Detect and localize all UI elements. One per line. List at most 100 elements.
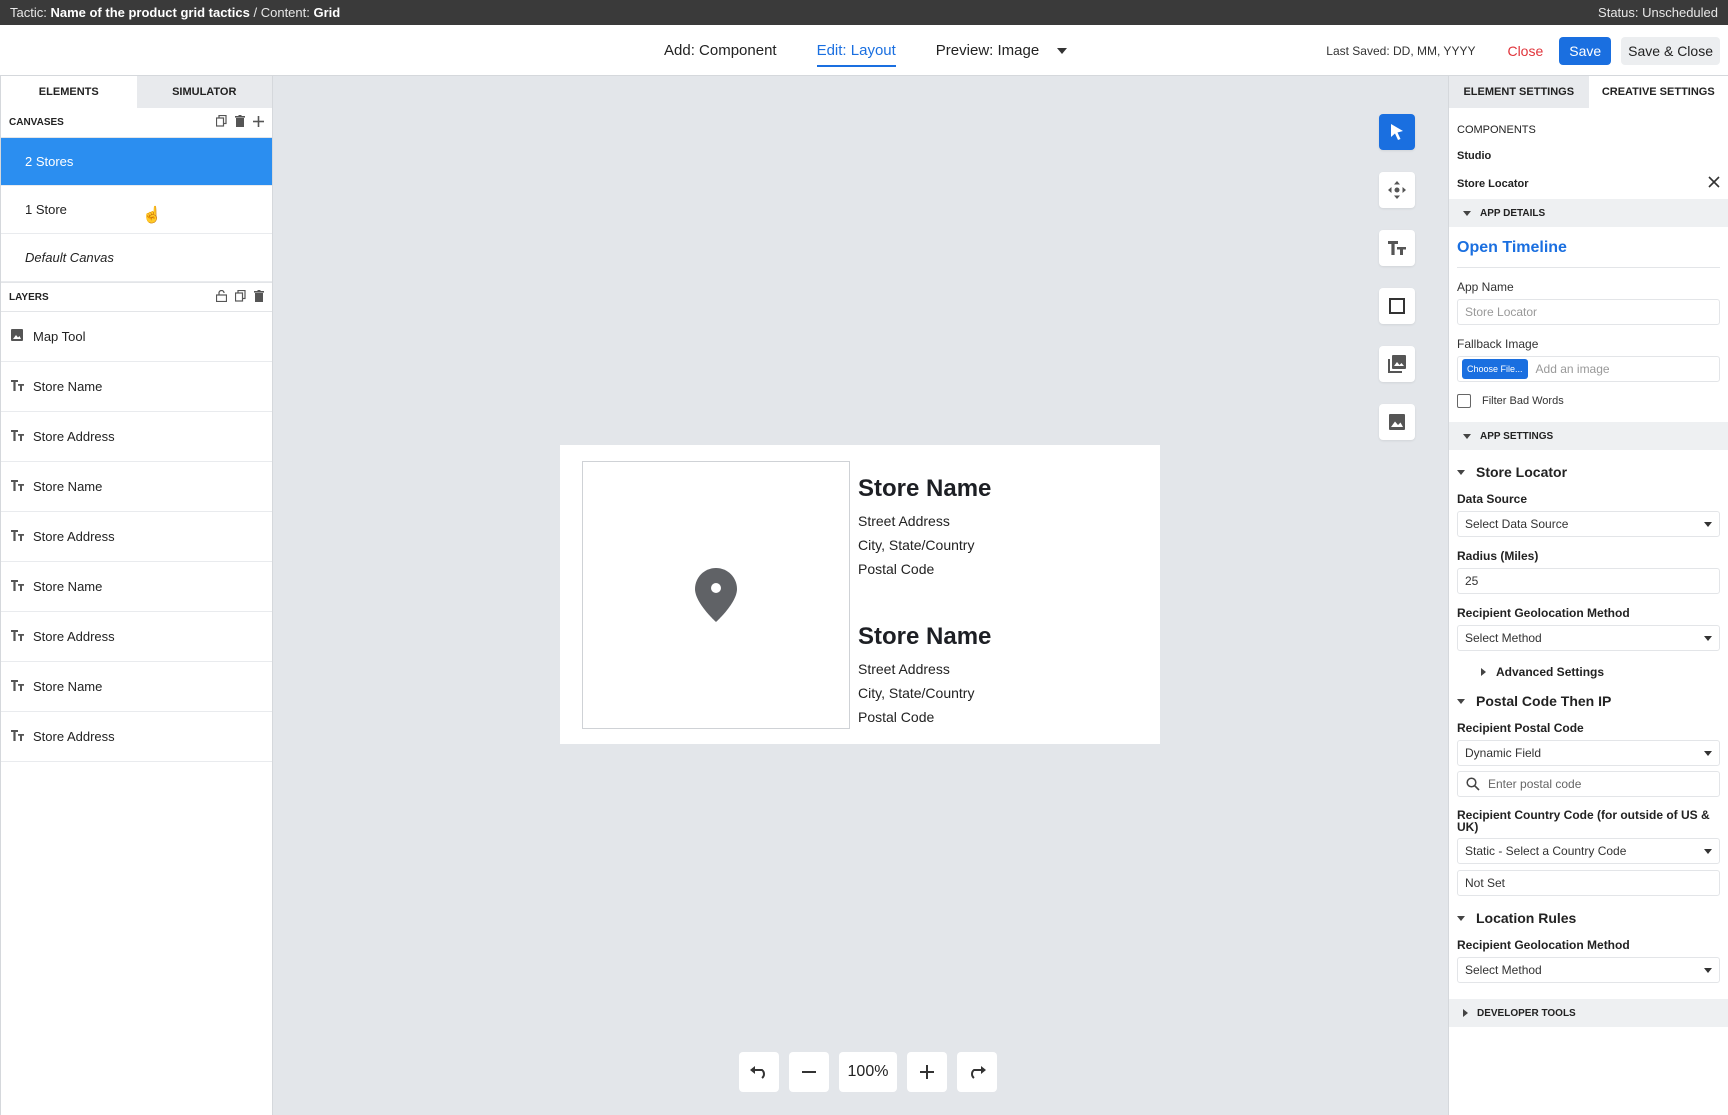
map-tool[interactable] xyxy=(582,461,850,729)
artboard[interactable]: Store Name Street Address City, State/Co… xyxy=(560,445,1160,744)
store-city[interactable]: City, State/Country xyxy=(858,681,991,705)
text-icon xyxy=(11,429,33,444)
text-tool-icon[interactable] xyxy=(1379,230,1415,266)
canvases-title: CANVASES xyxy=(9,117,64,128)
text-icon xyxy=(11,629,33,644)
zoom-in-icon[interactable] xyxy=(907,1052,947,1092)
store-block-2[interactable]: Store Name Street Address City, State/Co… xyxy=(858,623,991,729)
developer-tools-section[interactable]: DEVELOPER TOOLS xyxy=(1449,999,1728,1027)
layer-item[interactable]: Store Address xyxy=(1,412,272,462)
country-code-value[interactable]: Not Set xyxy=(1457,870,1720,896)
close-button[interactable]: Close xyxy=(1501,43,1549,59)
zoom-out-icon[interactable] xyxy=(789,1052,829,1092)
fallback-image-input[interactable]: Add an image xyxy=(1536,362,1610,376)
mode-preview-image[interactable]: Preview: Image xyxy=(935,25,1068,76)
settings-body: COMPONENTS Studio Store Locator APP DETA… xyxy=(1449,124,1728,1027)
layer-label: Store Address xyxy=(33,429,115,444)
close-icon[interactable] xyxy=(1708,176,1720,191)
layer-item[interactable]: Store Name xyxy=(1,462,272,512)
layer-item[interactable]: Store Name xyxy=(1,562,272,612)
postal-code-subsection[interactable]: Postal Code Then IP xyxy=(1457,693,1720,709)
layer-label: Store Name xyxy=(33,379,103,394)
filter-bad-words-row: Filter Bad Words xyxy=(1457,394,1720,408)
app-name-input[interactable]: Store Locator xyxy=(1457,299,1720,325)
store-street[interactable]: Street Address xyxy=(858,657,991,681)
app-details-section[interactable]: APP DETAILS xyxy=(1449,199,1728,227)
section-title: APP SETTINGS xyxy=(1480,430,1554,442)
canvas-item-1-store[interactable]: 1 Store xyxy=(1,186,272,234)
canvas-item-2-stores[interactable]: 2 Stores xyxy=(1,138,272,186)
fallback-image-field: Choose File... Add an image xyxy=(1457,356,1720,382)
location-geo-select[interactable]: Select Method xyxy=(1457,957,1720,983)
section-title: APP DETAILS xyxy=(1480,207,1546,219)
geo-method-label: Recipient Geolocation Method xyxy=(1457,606,1630,620)
mode-add-component[interactable]: Add: Component xyxy=(664,25,777,76)
trash-icon[interactable] xyxy=(254,289,264,305)
trash-icon[interactable] xyxy=(235,115,245,130)
plus-icon[interactable] xyxy=(253,115,264,130)
layer-item[interactable]: Store Address xyxy=(1,612,272,662)
copy-icon[interactable] xyxy=(234,289,246,305)
radius-input[interactable]: 25 xyxy=(1457,568,1720,594)
move-tool-icon[interactable] xyxy=(1379,172,1415,208)
data-source-select[interactable]: Select Data Source xyxy=(1457,511,1720,537)
canvas-workspace[interactable]: Store Name Street Address City, State/Co… xyxy=(273,76,1448,1115)
filter-bad-words-checkbox[interactable] xyxy=(1457,394,1471,408)
tactic-breadcrumb: Tactic: Name of the product grid tactics… xyxy=(10,5,340,20)
select-value: Static - Select a Country Code xyxy=(1465,844,1627,858)
postal-code-select[interactable]: Dynamic Field xyxy=(1457,740,1720,766)
zoom-controls: 100% xyxy=(739,1052,997,1092)
store-postal[interactable]: Postal Code xyxy=(858,557,991,581)
tab-element-settings[interactable]: ELEMENT SETTINGS xyxy=(1449,76,1589,108)
undo-icon[interactable] xyxy=(739,1052,779,1092)
store-name[interactable]: Store Name xyxy=(858,623,991,651)
layer-label: Map Tool xyxy=(33,329,86,344)
gallery-tool-icon[interactable] xyxy=(1379,346,1415,382)
select-tool-icon[interactable] xyxy=(1379,114,1415,150)
postal-code-search[interactable]: Enter postal code xyxy=(1457,771,1720,797)
editor-header: Add: Component Edit: Layout Preview: Ima… xyxy=(0,25,1728,76)
select-value: Select Data Source xyxy=(1465,517,1569,531)
layer-item[interactable]: Store Address xyxy=(1,712,272,762)
chevron-down-icon xyxy=(1704,635,1712,641)
layer-item[interactable]: Store Address xyxy=(1,512,272,562)
content-label: Content: xyxy=(260,5,310,20)
advanced-settings-toggle[interactable]: Advanced Settings xyxy=(1481,665,1720,679)
shape-tool-icon[interactable] xyxy=(1379,288,1415,324)
image-tool-icon[interactable] xyxy=(1379,404,1415,440)
store-name[interactable]: Store Name xyxy=(858,475,991,503)
store-postal[interactable]: Postal Code xyxy=(858,705,991,729)
canvases-header: CANVASES xyxy=(1,108,272,138)
component-row: Store Locator xyxy=(1457,176,1720,191)
layer-item[interactable]: Map Tool xyxy=(1,312,272,362)
layer-item[interactable]: Store Name xyxy=(1,362,272,412)
save-button[interactable]: Save xyxy=(1559,36,1612,65)
store-locator-subsection[interactable]: Store Locator xyxy=(1457,464,1720,480)
geo-method-select[interactable]: Select Method xyxy=(1457,625,1720,651)
redo-icon[interactable] xyxy=(957,1052,997,1092)
choose-file-button[interactable]: Choose File... xyxy=(1462,359,1528,379)
unlock-icon[interactable] xyxy=(215,289,228,305)
chevron-down-icon[interactable] xyxy=(1057,47,1068,54)
mode-label: Preview: Image xyxy=(935,42,1040,59)
store-street[interactable]: Street Address xyxy=(858,509,991,533)
location-rules-subsection[interactable]: Location Rules xyxy=(1457,910,1720,926)
canvases-actions xyxy=(215,114,264,130)
canvas-item-default[interactable]: Default Canvas xyxy=(1,234,272,282)
save-and-close-button[interactable]: Save & Close xyxy=(1621,36,1720,65)
postal-code-input[interactable]: Enter postal code xyxy=(1488,777,1581,791)
store-block-1[interactable]: Store Name Street Address City, State/Co… xyxy=(858,475,991,581)
tab-creative-settings[interactable]: CREATIVE SETTINGS xyxy=(1589,76,1728,108)
layer-item[interactable]: Store Name xyxy=(1,662,272,712)
tab-elements[interactable]: ELEMENTS xyxy=(1,76,137,108)
top-status-bar: Tactic: Name of the product grid tactics… xyxy=(0,0,1728,25)
app-settings-section[interactable]: APP SETTINGS xyxy=(1449,422,1728,450)
mode-edit-layout[interactable]: Edit: Layout xyxy=(816,25,897,76)
layers-header: LAYERS xyxy=(1,282,272,312)
tab-simulator[interactable]: SIMULATOR xyxy=(136,76,272,108)
copy-icon[interactable] xyxy=(215,114,227,130)
store-city[interactable]: City, State/Country xyxy=(858,533,991,557)
open-timeline-link[interactable]: Open Timeline xyxy=(1457,239,1720,268)
zoom-level[interactable]: 100% xyxy=(839,1052,897,1092)
country-code-select[interactable]: Static - Select a Country Code xyxy=(1457,838,1720,864)
